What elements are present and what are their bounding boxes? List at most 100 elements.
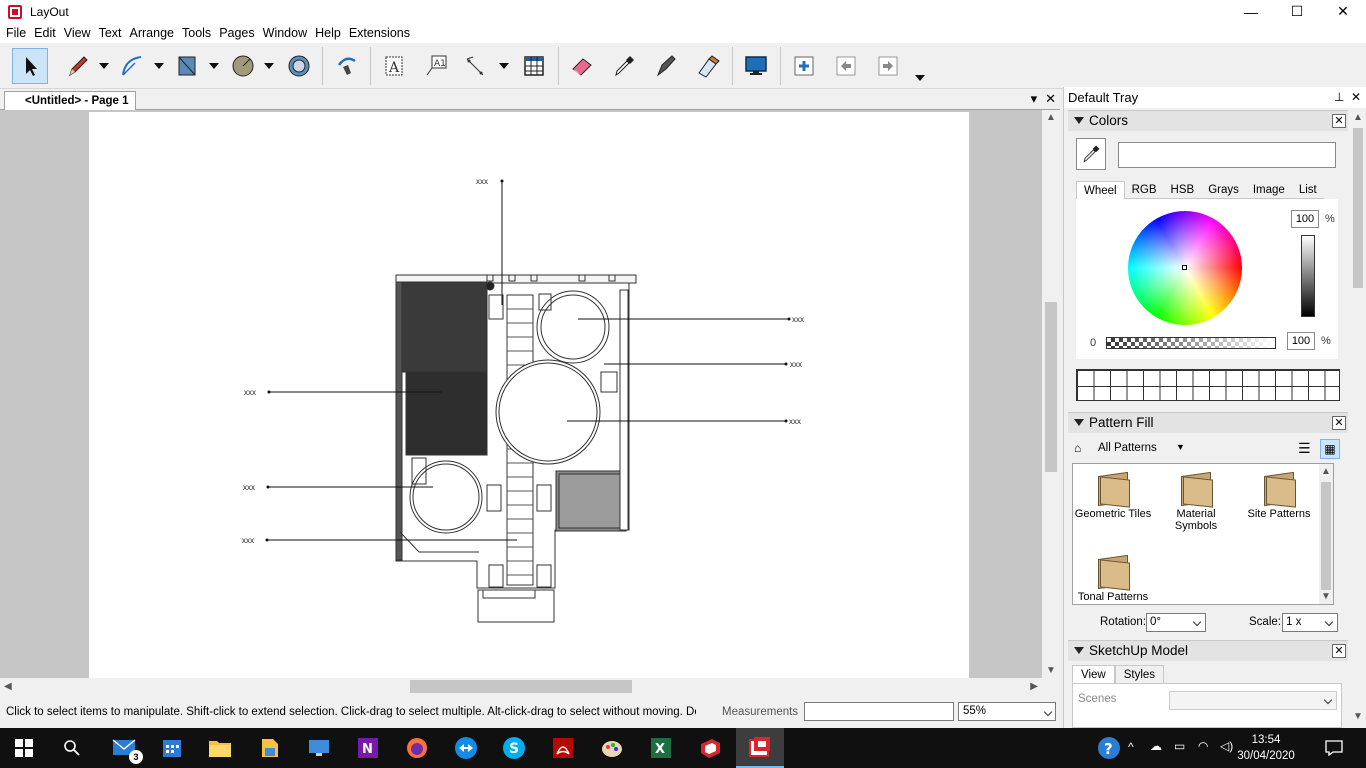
rectangle-tool-dropdown[interactable]	[208, 61, 220, 71]
brightness-slider[interactable]	[1301, 235, 1315, 317]
windows-start-icon[interactable]	[10, 734, 38, 762]
dimension-tool-button[interactable]	[458, 48, 494, 84]
documents-folder-icon[interactable]	[256, 734, 284, 762]
tray-scroll-down-icon[interactable]: ▼	[1353, 711, 1363, 722]
text-tool-button[interactable]: A	[376, 48, 412, 84]
excel-icon[interactable]: X	[647, 734, 675, 762]
menu-help[interactable]: Help	[311, 23, 345, 43]
close-colors-panel-button[interactable]: ✕	[1332, 114, 1346, 128]
mail-icon[interactable]: 3	[111, 734, 143, 764]
tray-scroll-thumb[interactable]	[1353, 128, 1363, 288]
style-picker-tool-button[interactable]	[328, 48, 364, 84]
paint-icon[interactable]	[598, 734, 626, 762]
menu-tools[interactable]: Tools	[178, 23, 215, 43]
pin-tray-icon[interactable]: ⊥	[1334, 87, 1344, 108]
acrobat-icon[interactable]	[549, 734, 577, 762]
close-pattern-fill-panel-button[interactable]: ✕	[1332, 416, 1346, 430]
join-tool-button[interactable]	[690, 48, 726, 84]
menu-edit[interactable]: Edit	[30, 23, 60, 43]
tray-scrollbar[interactable]: ▲ ▼	[1350, 108, 1366, 728]
menu-arrange[interactable]: Arrange	[126, 23, 178, 43]
tray-scroll-up-icon[interactable]: ▲	[1353, 112, 1363, 123]
notifications-icon[interactable]	[1320, 734, 1348, 762]
scenes-select[interactable]	[1169, 691, 1337, 710]
firefox-icon[interactable]	[403, 734, 431, 762]
teamviewer-icon[interactable]	[452, 734, 480, 762]
grid-view-icon[interactable]: ▦	[1320, 439, 1340, 459]
opacity-input[interactable]: 100	[1287, 332, 1315, 350]
layout-taskbar-active[interactable]	[736, 728, 784, 768]
remote-desktop-icon[interactable]	[305, 734, 333, 762]
calendar-icon[interactable]	[158, 734, 186, 762]
color-wheel-marker[interactable]	[1182, 265, 1187, 270]
line-tool-button[interactable]	[60, 48, 96, 84]
close-document-icon[interactable]: ✕	[1045, 91, 1056, 107]
brightness-input[interactable]: 100	[1291, 210, 1319, 228]
rotation-select[interactable]: 0°	[1146, 613, 1206, 632]
opacity-slider[interactable]	[1106, 337, 1276, 349]
tab-rgb[interactable]: RGB	[1124, 181, 1164, 199]
document-tab[interactable]: <Untitled> - Page 1	[4, 91, 136, 110]
scroll-down-icon[interactable]: ▼	[1046, 665, 1056, 676]
circle-tool-dropdown[interactable]	[263, 61, 275, 71]
pattern-scroll-thumb[interactable]	[1321, 482, 1331, 590]
menu-window[interactable]: Window	[259, 23, 311, 43]
arc-tool-button[interactable]	[114, 48, 150, 84]
scale-select[interactable]: 1 x	[1282, 613, 1338, 632]
dimension-tool-dropdown[interactable]	[498, 61, 510, 71]
zoom-select[interactable]: 55%	[958, 702, 1056, 721]
select-tool-button[interactable]	[12, 48, 48, 84]
menu-file[interactable]: File	[2, 23, 30, 43]
menu-extensions[interactable]: Extensions	[345, 23, 414, 43]
minimize-button[interactable]: —	[1228, 0, 1274, 23]
tab-grays[interactable]: Grays	[1201, 181, 1246, 199]
document-canvas[interactable]: xxx xxx xxx xxx xxx xxx xxx	[0, 110, 1042, 678]
circle-tool-button[interactable]	[225, 48, 261, 84]
tab-list[interactable]: List	[1291, 181, 1324, 199]
close-tray-icon[interactable]: ✕	[1351, 87, 1361, 108]
help-circle-icon[interactable]: ?	[1095, 734, 1123, 762]
color-wheel[interactable]	[1128, 211, 1242, 325]
system-clock[interactable]: 13:54 30/04/2020	[1236, 732, 1296, 764]
folder-material-symbols[interactable]: Material Symbols	[1156, 470, 1236, 532]
pattern-scroll-up-icon[interactable]: ▲	[1321, 466, 1331, 477]
colors-panel-header[interactable]: Colors ✕	[1068, 110, 1348, 131]
scroll-up-icon[interactable]: ▲	[1046, 112, 1056, 123]
tab-list-dropdown-icon[interactable]: ▾	[1031, 91, 1038, 107]
floor-plan-drawing[interactable]: xxx xxx xxx xxx xxx xxx xxx	[89, 112, 969, 678]
list-view-icon[interactable]: ☰	[1298, 440, 1311, 457]
wifi-icon[interactable]: ◠	[1198, 739, 1208, 753]
measurements-input[interactable]	[804, 702, 954, 721]
tab-wheel[interactable]: Wheel	[1076, 181, 1125, 199]
offset-tool-button[interactable]	[281, 48, 317, 84]
pattern-collection-select[interactable]: All Patterns	[1098, 442, 1157, 454]
custom-color-swatches[interactable]	[1076, 369, 1340, 401]
document-page[interactable]: xxx xxx xxx xxx xxx xxx xxx	[89, 112, 969, 678]
canvas-horizontal-scrollbar[interactable]: ◀ ▶	[0, 678, 1042, 695]
collection-dropdown-icon[interactable]: ▼	[1176, 442, 1185, 452]
split-tool-button[interactable]	[648, 48, 684, 84]
menu-pages[interactable]: Pages	[215, 23, 258, 43]
menu-view[interactable]: View	[60, 23, 95, 43]
skype-icon[interactable]: S	[500, 734, 528, 762]
folder-site-patterns[interactable]: Site Patterns	[1239, 470, 1319, 520]
tab-hsb[interactable]: HSB	[1163, 181, 1202, 199]
pattern-list-scrollbar[interactable]: ▲ ▼	[1319, 464, 1333, 604]
rectangle-tool-button[interactable]	[169, 48, 205, 84]
folder-tonal-patterns[interactable]: Tonal Patterns	[1073, 553, 1153, 603]
previous-page-button[interactable]	[828, 48, 864, 84]
line-tool-dropdown[interactable]	[98, 61, 110, 71]
onedrive-cloud-icon[interactable]: ☁	[1150, 739, 1162, 753]
tab-view[interactable]: View	[1072, 665, 1115, 685]
tab-image[interactable]: Image	[1245, 181, 1292, 199]
file-explorer-icon[interactable]	[206, 734, 234, 762]
next-page-button[interactable]	[870, 48, 906, 84]
volume-icon[interactable]: ◁)	[1220, 739, 1233, 753]
scroll-right-icon[interactable]: ▶	[1030, 681, 1038, 692]
home-icon[interactable]: ⌂	[1074, 441, 1081, 455]
sketchup-model-panel-header[interactable]: SketchUp Model ✕	[1068, 640, 1348, 661]
sketchup-icon[interactable]	[696, 734, 724, 762]
onenote-icon[interactable]: N	[354, 734, 382, 762]
folder-geometric-tiles[interactable]: Geometric Tiles	[1073, 470, 1153, 520]
scroll-left-icon[interactable]: ◀	[4, 681, 12, 692]
